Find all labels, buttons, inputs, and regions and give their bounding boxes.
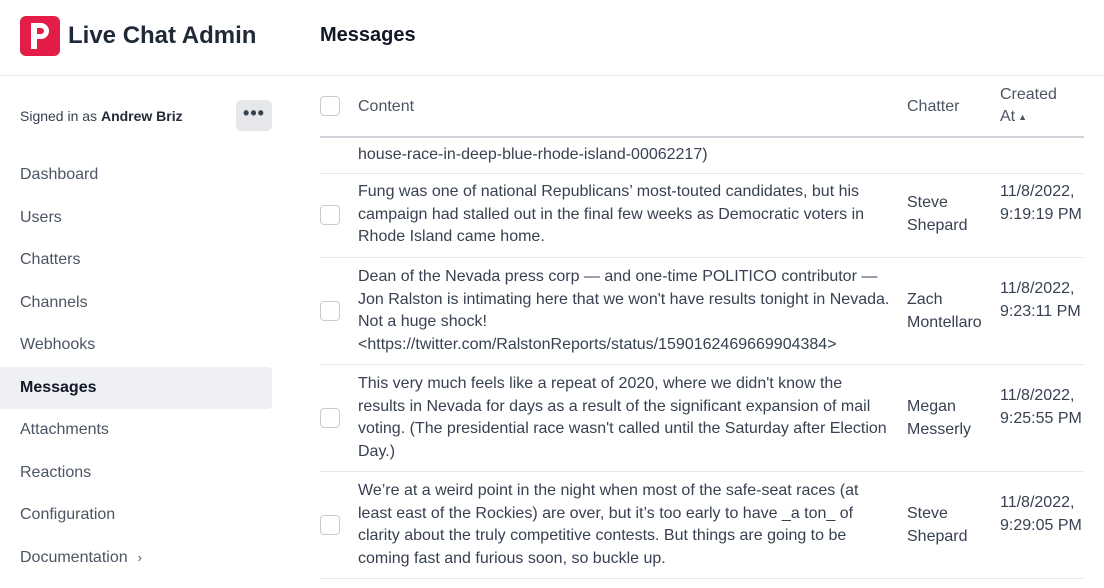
- signed-in-label: Signed in as Andrew Briz: [20, 108, 183, 124]
- sidebar-item-users[interactable]: Users: [0, 197, 272, 240]
- column-header-label: Created At: [1000, 86, 1057, 126]
- sidebar-item-label: Documentation: [20, 548, 128, 566]
- table-row[interactable]: Dean of the Nevada press corp — and one-…: [320, 258, 1084, 365]
- app-logo: [20, 16, 60, 56]
- sidebar-item-label: Users: [20, 208, 62, 226]
- chevron-right-icon: ›: [137, 550, 142, 566]
- table-row[interactable]: This very much feels like a repeat of 20…: [320, 365, 1084, 472]
- user-name: Andrew Briz: [100, 108, 183, 124]
- message-created-at: 11/8/2022, 9:29:05 PM: [1000, 494, 1082, 534]
- sidebar-item-channels[interactable]: Channels: [0, 282, 272, 325]
- message-content: Fung was one of national Republicans’ mo…: [358, 183, 865, 245]
- sidebar-item-attachments[interactable]: Attachments: [0, 409, 272, 452]
- brand[interactable]: Live Chat Admin: [20, 16, 256, 56]
- sidebar-item-documentation[interactable]: Documentation ›: [0, 537, 272, 580]
- message-content: Dean of the Nevada press corp — and one-…: [358, 268, 890, 353]
- sidebar-item-label: Dashboard: [20, 166, 99, 184]
- message-chatter: Zach Montellaro: [907, 291, 982, 331]
- column-header-created-at[interactable]: Created At ▲: [1000, 84, 1084, 128]
- column-header-chatter[interactable]: Chatter: [907, 96, 959, 118]
- select-all-checkbox[interactable]: [320, 96, 340, 116]
- sidebar-item-chatters[interactable]: Chatters: [0, 239, 272, 282]
- sidebar-item-webhooks[interactable]: Webhooks: [0, 324, 272, 367]
- sidebar-item-label: Reactions: [20, 463, 92, 481]
- row-checkbox[interactable]: [320, 408, 340, 428]
- sidebar-item-label: Attachments: [20, 421, 109, 439]
- row-checkbox[interactable]: [320, 205, 340, 225]
- sort-ascending-icon: ▲: [1018, 112, 1028, 122]
- message-created-at: 11/8/2022, 9:25:55 PM: [1000, 387, 1082, 427]
- p-logo-icon: [31, 23, 49, 49]
- message-content: We’re at a weird point in the night when…: [358, 482, 859, 567]
- user-menu-button[interactable]: •••: [236, 100, 272, 131]
- table-header: Content Chatter Created At ▲: [320, 76, 1084, 138]
- sidebar-item-reactions[interactable]: Reactions: [0, 452, 272, 495]
- sidebar-item-configuration[interactable]: Configuration: [0, 494, 272, 537]
- message-chatter: Steve Shepard: [907, 505, 968, 545]
- row-checkbox[interactable]: [320, 515, 340, 535]
- message-chatter: Steve Shepard: [907, 194, 968, 234]
- sidebar-item-label: Channels: [20, 293, 88, 311]
- page-title: Messages: [320, 24, 416, 46]
- sidebar-item-messages[interactable]: Messages: [0, 366, 272, 409]
- signed-in-prefix: Signed in as: [20, 108, 98, 124]
- row-checkbox[interactable]: [320, 301, 340, 321]
- sidebar-item-dashboard[interactable]: Dashboard: [0, 154, 272, 197]
- sidebar-item-label: Chatters: [20, 251, 81, 269]
- table-row[interactable]: Fung was one of national Republicans’ mo…: [320, 174, 1084, 258]
- messages-table: Content Chatter Created At ▲ house-race-i…: [320, 76, 1084, 588]
- message-content: house-race-in-deep-blue-rhode-island-000…: [358, 146, 708, 163]
- table-body: house-race-in-deep-blue-rhode-island-000…: [320, 138, 1084, 588]
- sidebar-item-label: Configuration: [20, 506, 116, 524]
- sidebar-item-label: Messages: [20, 378, 97, 396]
- sidebar-item-label: Webhooks: [20, 336, 96, 354]
- message-content: This very much feels like a repeat of 20…: [358, 375, 887, 460]
- table-row[interactable]: house-race-in-deep-blue-rhode-island-000…: [320, 138, 1084, 174]
- message-chatter: Megan Messerly: [907, 398, 972, 438]
- message-created-at: 11/8/2022, 9:23:11 PM: [1000, 280, 1081, 320]
- table-row[interactable]: We’re at a weird point in the night when…: [320, 472, 1084, 579]
- column-header-content[interactable]: Content: [358, 96, 414, 118]
- message-created-at: 11/8/2022, 9:19:19 PM: [1000, 183, 1082, 223]
- app-title: Live Chat Admin: [68, 22, 257, 49]
- sidebar-nav: Dashboard Users Chatters Channels Webhoo…: [0, 154, 272, 579]
- more-dots-icon: •••: [243, 102, 265, 123]
